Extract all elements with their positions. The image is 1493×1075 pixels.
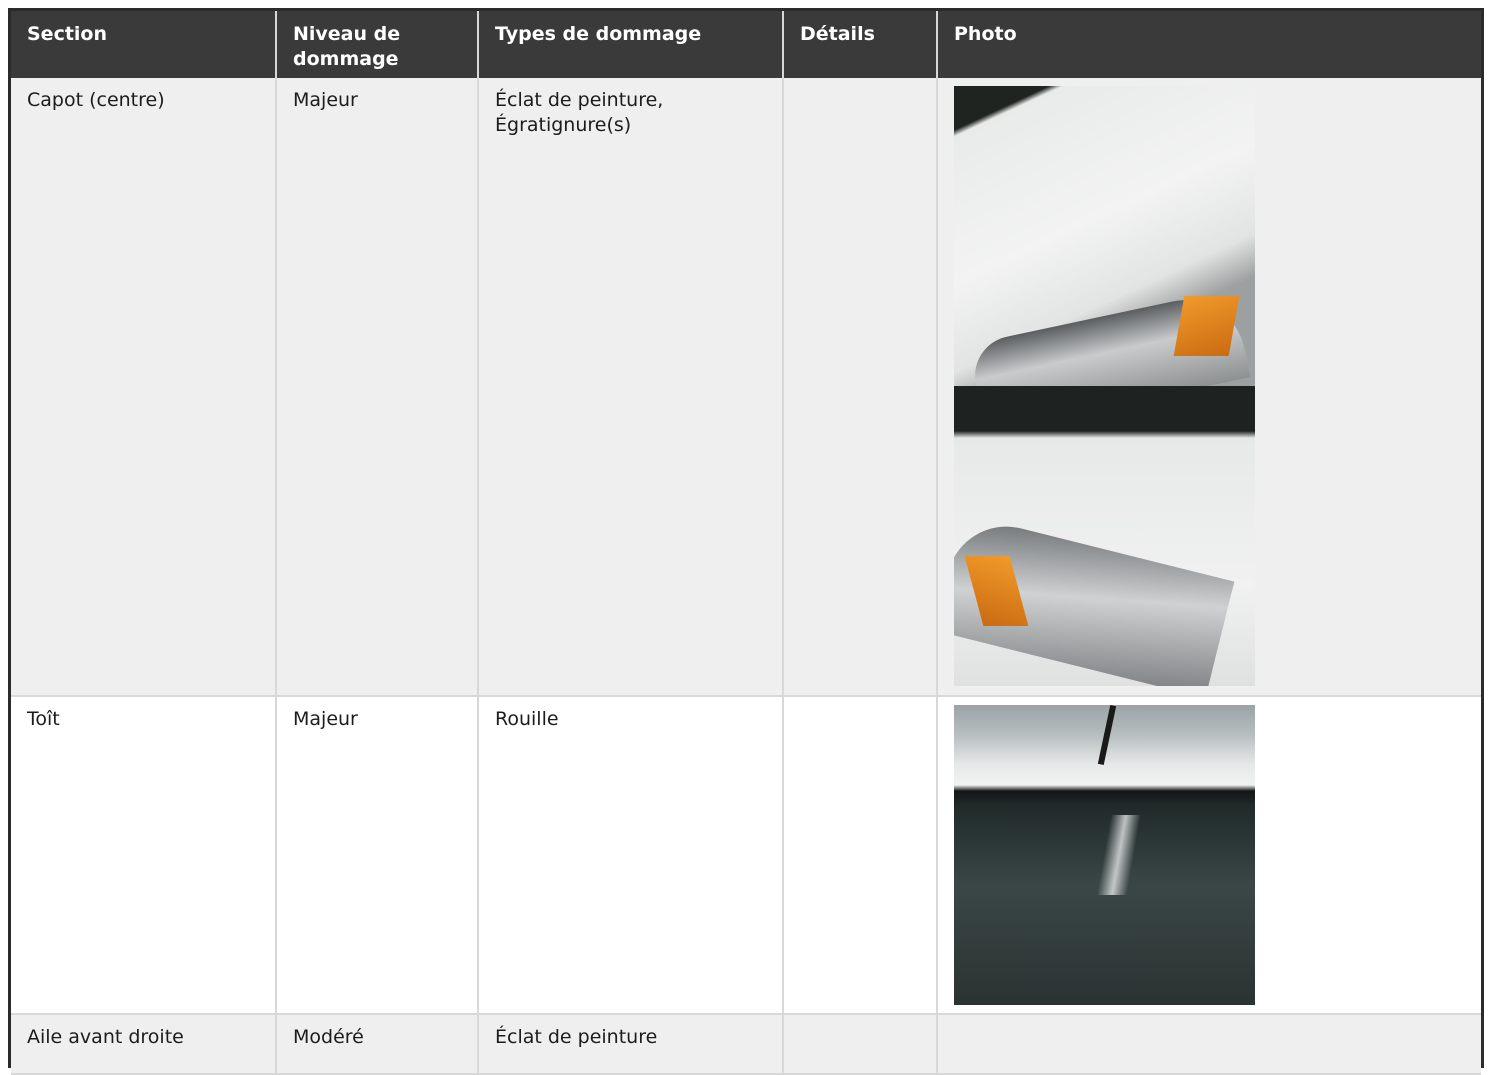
table-header-row: Section Niveau de dommage Types de domma… [11,11,1481,78]
hood-headlight-right-photo[interactable] [954,86,1255,386]
cell-types: Éclat de peinture, Égratignure(s) [478,78,784,697]
table-row: Toît Majeur Rouille [11,696,1481,1015]
table-row: Capot (centre) Majeur Éclat de peinture,… [11,78,1481,697]
cell-photo [937,696,1481,1015]
cell-details [783,1014,938,1075]
hood-headlight-left-photo[interactable] [954,386,1255,686]
cell-niveau: Majeur [276,696,479,1015]
header-section: Section [11,11,277,78]
damage-report-frame: Section Niveau de dommage Types de domma… [8,8,1484,1075]
table-row: Aile avant droite Modéré Éclat de peintu… [11,1014,1481,1075]
header-niveau: Niveau de dommage [276,11,479,78]
header-types: Types de dommage [478,11,784,78]
damage-table: Section Niveau de dommage Types de domma… [11,11,1481,1075]
cell-section: Capot (centre) [11,78,277,697]
header-details: Détails [783,11,938,78]
cell-niveau: Majeur [276,78,479,697]
cell-types: Rouille [478,696,784,1015]
cell-niveau: Modéré [276,1014,479,1075]
cell-section: Aile avant droite [11,1014,277,1075]
cell-types: Éclat de peinture [478,1014,784,1075]
cell-photo [937,1014,1481,1075]
cell-details [783,78,938,697]
cell-section: Toît [11,696,277,1015]
cell-details [783,696,938,1015]
cell-photo [937,78,1481,697]
header-photo: Photo [937,11,1481,78]
roof-windshield-photo[interactable] [954,705,1255,1005]
photo-stack [954,86,1465,686]
